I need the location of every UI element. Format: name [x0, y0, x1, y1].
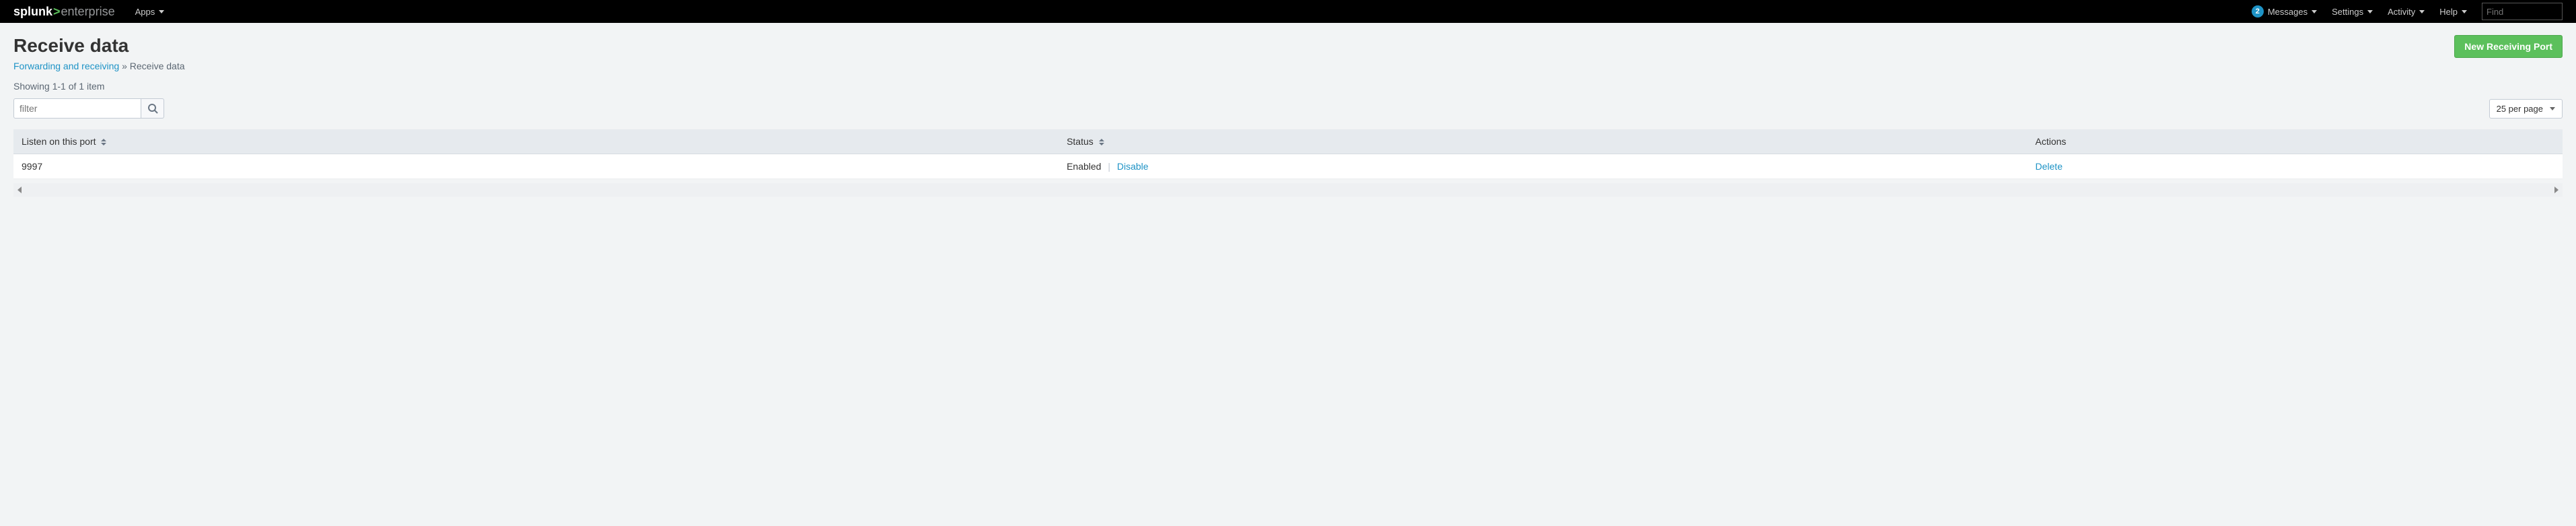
breadcrumb-link[interactable]: Forwarding and receiving: [13, 61, 119, 71]
caret-down-icon: [2550, 107, 2555, 110]
table-header-row: Listen on this port Status Actions: [13, 129, 2563, 154]
page-body: Receive data Forwarding and receiving » …: [0, 23, 2576, 209]
filter-search-button[interactable]: [141, 98, 164, 119]
page-header-left: Receive data Forwarding and receiving » …: [13, 35, 185, 71]
caret-down-icon: [2419, 10, 2425, 13]
per-page-label: 25 per page: [2497, 104, 2543, 114]
topnav-right: 2 Messages Settings Activity Help: [2252, 3, 2563, 20]
showing-text: Showing 1-1 of 1 item: [13, 81, 2563, 92]
help-label: Help: [2439, 7, 2458, 17]
messages-menu[interactable]: 2 Messages: [2252, 5, 2317, 18]
messages-label: Messages: [2268, 7, 2307, 17]
caret-down-icon: [159, 10, 164, 13]
scroll-left-icon[interactable]: [17, 187, 22, 193]
col-actions: Actions: [2028, 129, 2563, 154]
activity-label: Activity: [2388, 7, 2415, 17]
status-text: Enabled: [1067, 161, 1101, 172]
brand-text-2: enterprise: [61, 5, 115, 19]
data-table: Listen on this port Status Actions 9997 …: [13, 129, 2563, 179]
table-row: 9997 Enabled | Disable Delete: [13, 154, 2563, 179]
sort-icon: [1099, 139, 1104, 145]
breadcrumb-sep: »: [119, 61, 130, 71]
page-title: Receive data: [13, 35, 185, 57]
caret-down-icon: [2462, 10, 2467, 13]
col-actions-label: Actions: [2036, 136, 2067, 147]
new-receiving-port-button[interactable]: New Receiving Port: [2454, 35, 2563, 58]
apps-label: Apps: [135, 7, 155, 17]
horizontal-scrollbar[interactable]: [13, 183, 2563, 197]
breadcrumb: Forwarding and receiving » Receive data: [13, 61, 185, 71]
toolbar: 25 per page: [13, 98, 2563, 119]
sort-icon: [101, 139, 106, 145]
page-header: Receive data Forwarding and receiving » …: [13, 35, 2563, 71]
brand-chevron: >: [53, 5, 61, 19]
brand-logo[interactable]: splunk > enterprise: [13, 5, 115, 19]
search-icon: [147, 103, 158, 114]
apps-menu[interactable]: Apps: [135, 7, 165, 17]
separator: |: [1108, 161, 1110, 172]
find-input[interactable]: [2486, 7, 2576, 17]
filter-wrap: [13, 98, 164, 119]
col-status[interactable]: Status: [1059, 129, 2027, 154]
per-page-dropdown[interactable]: 25 per page: [2489, 99, 2563, 119]
cell-actions: Delete: [2028, 154, 2563, 179]
brand-text-1: splunk: [13, 5, 52, 19]
scroll-right-icon[interactable]: [2554, 187, 2559, 193]
col-status-label: Status: [1067, 136, 1094, 147]
col-port-label: Listen on this port: [22, 136, 96, 147]
disable-link[interactable]: Disable: [1117, 161, 1149, 172]
caret-down-icon: [2312, 10, 2317, 13]
filter-input[interactable]: [13, 98, 141, 119]
col-port[interactable]: Listen on this port: [13, 129, 1059, 154]
settings-menu[interactable]: Settings: [2332, 7, 2373, 17]
find-box[interactable]: [2482, 3, 2563, 20]
messages-badge: 2: [2252, 5, 2264, 18]
topnav-left: Apps: [135, 7, 165, 17]
settings-label: Settings: [2332, 7, 2363, 17]
activity-menu[interactable]: Activity: [2388, 7, 2425, 17]
caret-down-icon: [2367, 10, 2373, 13]
cell-port: 9997: [13, 154, 1059, 179]
delete-link[interactable]: Delete: [2036, 161, 2063, 172]
help-menu[interactable]: Help: [2439, 7, 2467, 17]
breadcrumb-current: Receive data: [130, 61, 185, 71]
cell-status: Enabled | Disable: [1059, 154, 2027, 179]
top-nav: splunk > enterprise Apps 2 Messages Sett…: [0, 0, 2576, 23]
